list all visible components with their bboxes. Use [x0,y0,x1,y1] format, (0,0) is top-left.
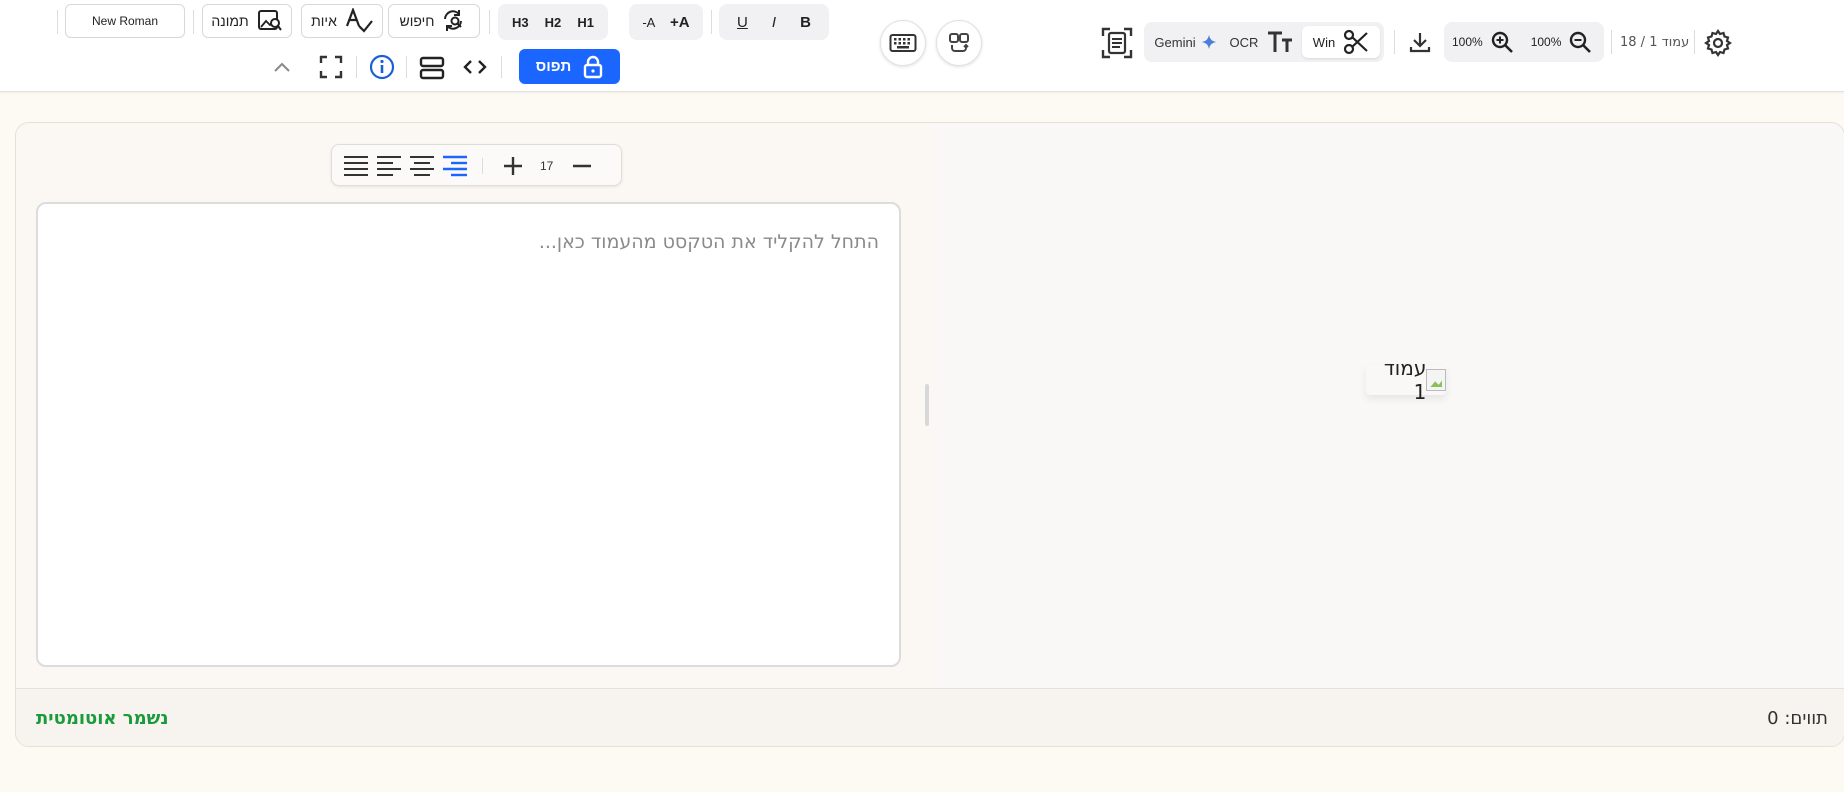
document-scan-icon[interactable] [1100,26,1134,60]
word-count: תווים: 0 [1767,708,1828,729]
lock-button-label: תפוס [535,58,572,75]
plus-icon[interactable] [502,155,524,177]
text-style-group: U I B [719,4,829,40]
font-select-value: New Roman [91,14,159,28]
divider [711,10,712,34]
h1-button[interactable]: H1 [577,15,594,30]
spellcheck-button[interactable]: איות [301,4,383,38]
search-button-label: חיפוש [399,13,435,29]
text-size-icon [1266,30,1294,54]
divider [406,56,407,78]
zoom-in-value: 100% [1452,35,1483,49]
split-layout-icon[interactable] [418,54,446,82]
status-bar: נשמר אוטומטית תווים: 0 [16,688,1844,746]
workspace-panel: 17 התחל להקליד את הטקסט מהעמוד כאן... עמ… [15,122,1844,747]
zoom-out-value: 100% [1530,35,1562,49]
page-thumbnail[interactable]: עמוד 1 [1366,356,1446,404]
expand-icon[interactable] [318,54,344,80]
font-select[interactable]: New Roman [65,4,185,38]
lock-button[interactable]: תפוס [519,49,620,84]
info-icon[interactable] [368,53,396,81]
h3-button[interactable]: H3 [512,15,529,30]
align-justify-icon[interactable] [343,153,369,179]
align-left-icon[interactable] [376,153,402,179]
image-button[interactable]: תמונה [202,4,292,38]
page-preview-pane: עמוד 1 [931,123,1844,688]
font-larger-button[interactable]: +A [670,14,690,31]
text-editor[interactable]: התחל להקליד את הטקסט מהעמוד כאן... [36,202,901,667]
image-button-label: תמונה [211,13,249,29]
align-center-icon[interactable] [409,153,435,179]
image-search-icon [257,9,283,33]
format-bar: 17 [331,144,622,186]
swap-button[interactable] [936,20,982,66]
editor-pane: 17 התחל להקליד את הטקסט מהעמוד כאן... [16,123,931,688]
page-image-label: עמוד 1 [1383,356,1427,404]
divider [193,10,194,34]
autosave-status: נשמר אוטומטית [36,708,169,729]
gear-icon[interactable] [1703,28,1733,58]
zoom-out-icon[interactable] [1567,29,1593,55]
align-right-icon[interactable] [442,153,468,179]
pane-splitter[interactable] [925,384,929,426]
chevron-up-icon[interactable] [272,57,292,77]
divider [356,56,357,78]
top-toolbar: New Roman תמונה איות חיפוש H3 H2 H1 -A +… [0,0,1844,92]
h2-button[interactable]: H2 [545,15,562,30]
divider [57,10,58,34]
divider [482,158,483,174]
gemini-button-label: Gemini [1154,34,1196,50]
divider [1694,30,1695,54]
page-image [1426,369,1446,391]
win-button-label: Win [1312,34,1336,50]
heading-group: H3 H2 H1 [498,4,608,40]
zoom-in-icon[interactable] [1489,29,1515,55]
keyboard-button[interactable] [880,20,926,66]
italic-button[interactable]: I [772,14,776,31]
font-size-value: 17 [540,159,554,173]
bold-button[interactable]: B [800,14,811,31]
font-smaller-button[interactable]: -A [642,15,655,30]
lock-icon [583,55,603,79]
divider [501,56,502,78]
font-size-group: -A +A [629,4,703,40]
ocr-mode-group: Gemini OCR Win [1144,22,1384,62]
divider [1611,30,1612,54]
underline-button[interactable]: U [737,14,748,31]
spellcheck-icon [345,8,373,34]
search-button[interactable]: חיפוש [388,4,480,38]
zoom-group: 100% 100% [1444,22,1604,62]
divider [1394,30,1395,54]
page-indicator: עמוד 1 / 18 [1620,35,1690,50]
ocr-button-label: OCR [1229,34,1259,50]
win-button[interactable]: Win [1302,26,1380,58]
scissors-icon [1343,29,1369,55]
minus-icon[interactable] [571,155,593,177]
ocr-button[interactable]: OCR [1222,26,1302,58]
keyboard-icon [889,33,917,53]
spellcheck-button-label: איות [311,13,337,29]
divider [489,10,490,34]
find-replace-icon [442,9,468,33]
editor-placeholder: התחל להקליד את הטקסט מהעמוד כאן... [538,231,879,253]
download-icon[interactable] [1406,28,1434,56]
swap-icon [947,31,971,55]
sparkle-icon [1201,35,1216,49]
code-icon[interactable] [462,56,488,78]
gemini-button[interactable]: Gemini [1148,26,1222,58]
